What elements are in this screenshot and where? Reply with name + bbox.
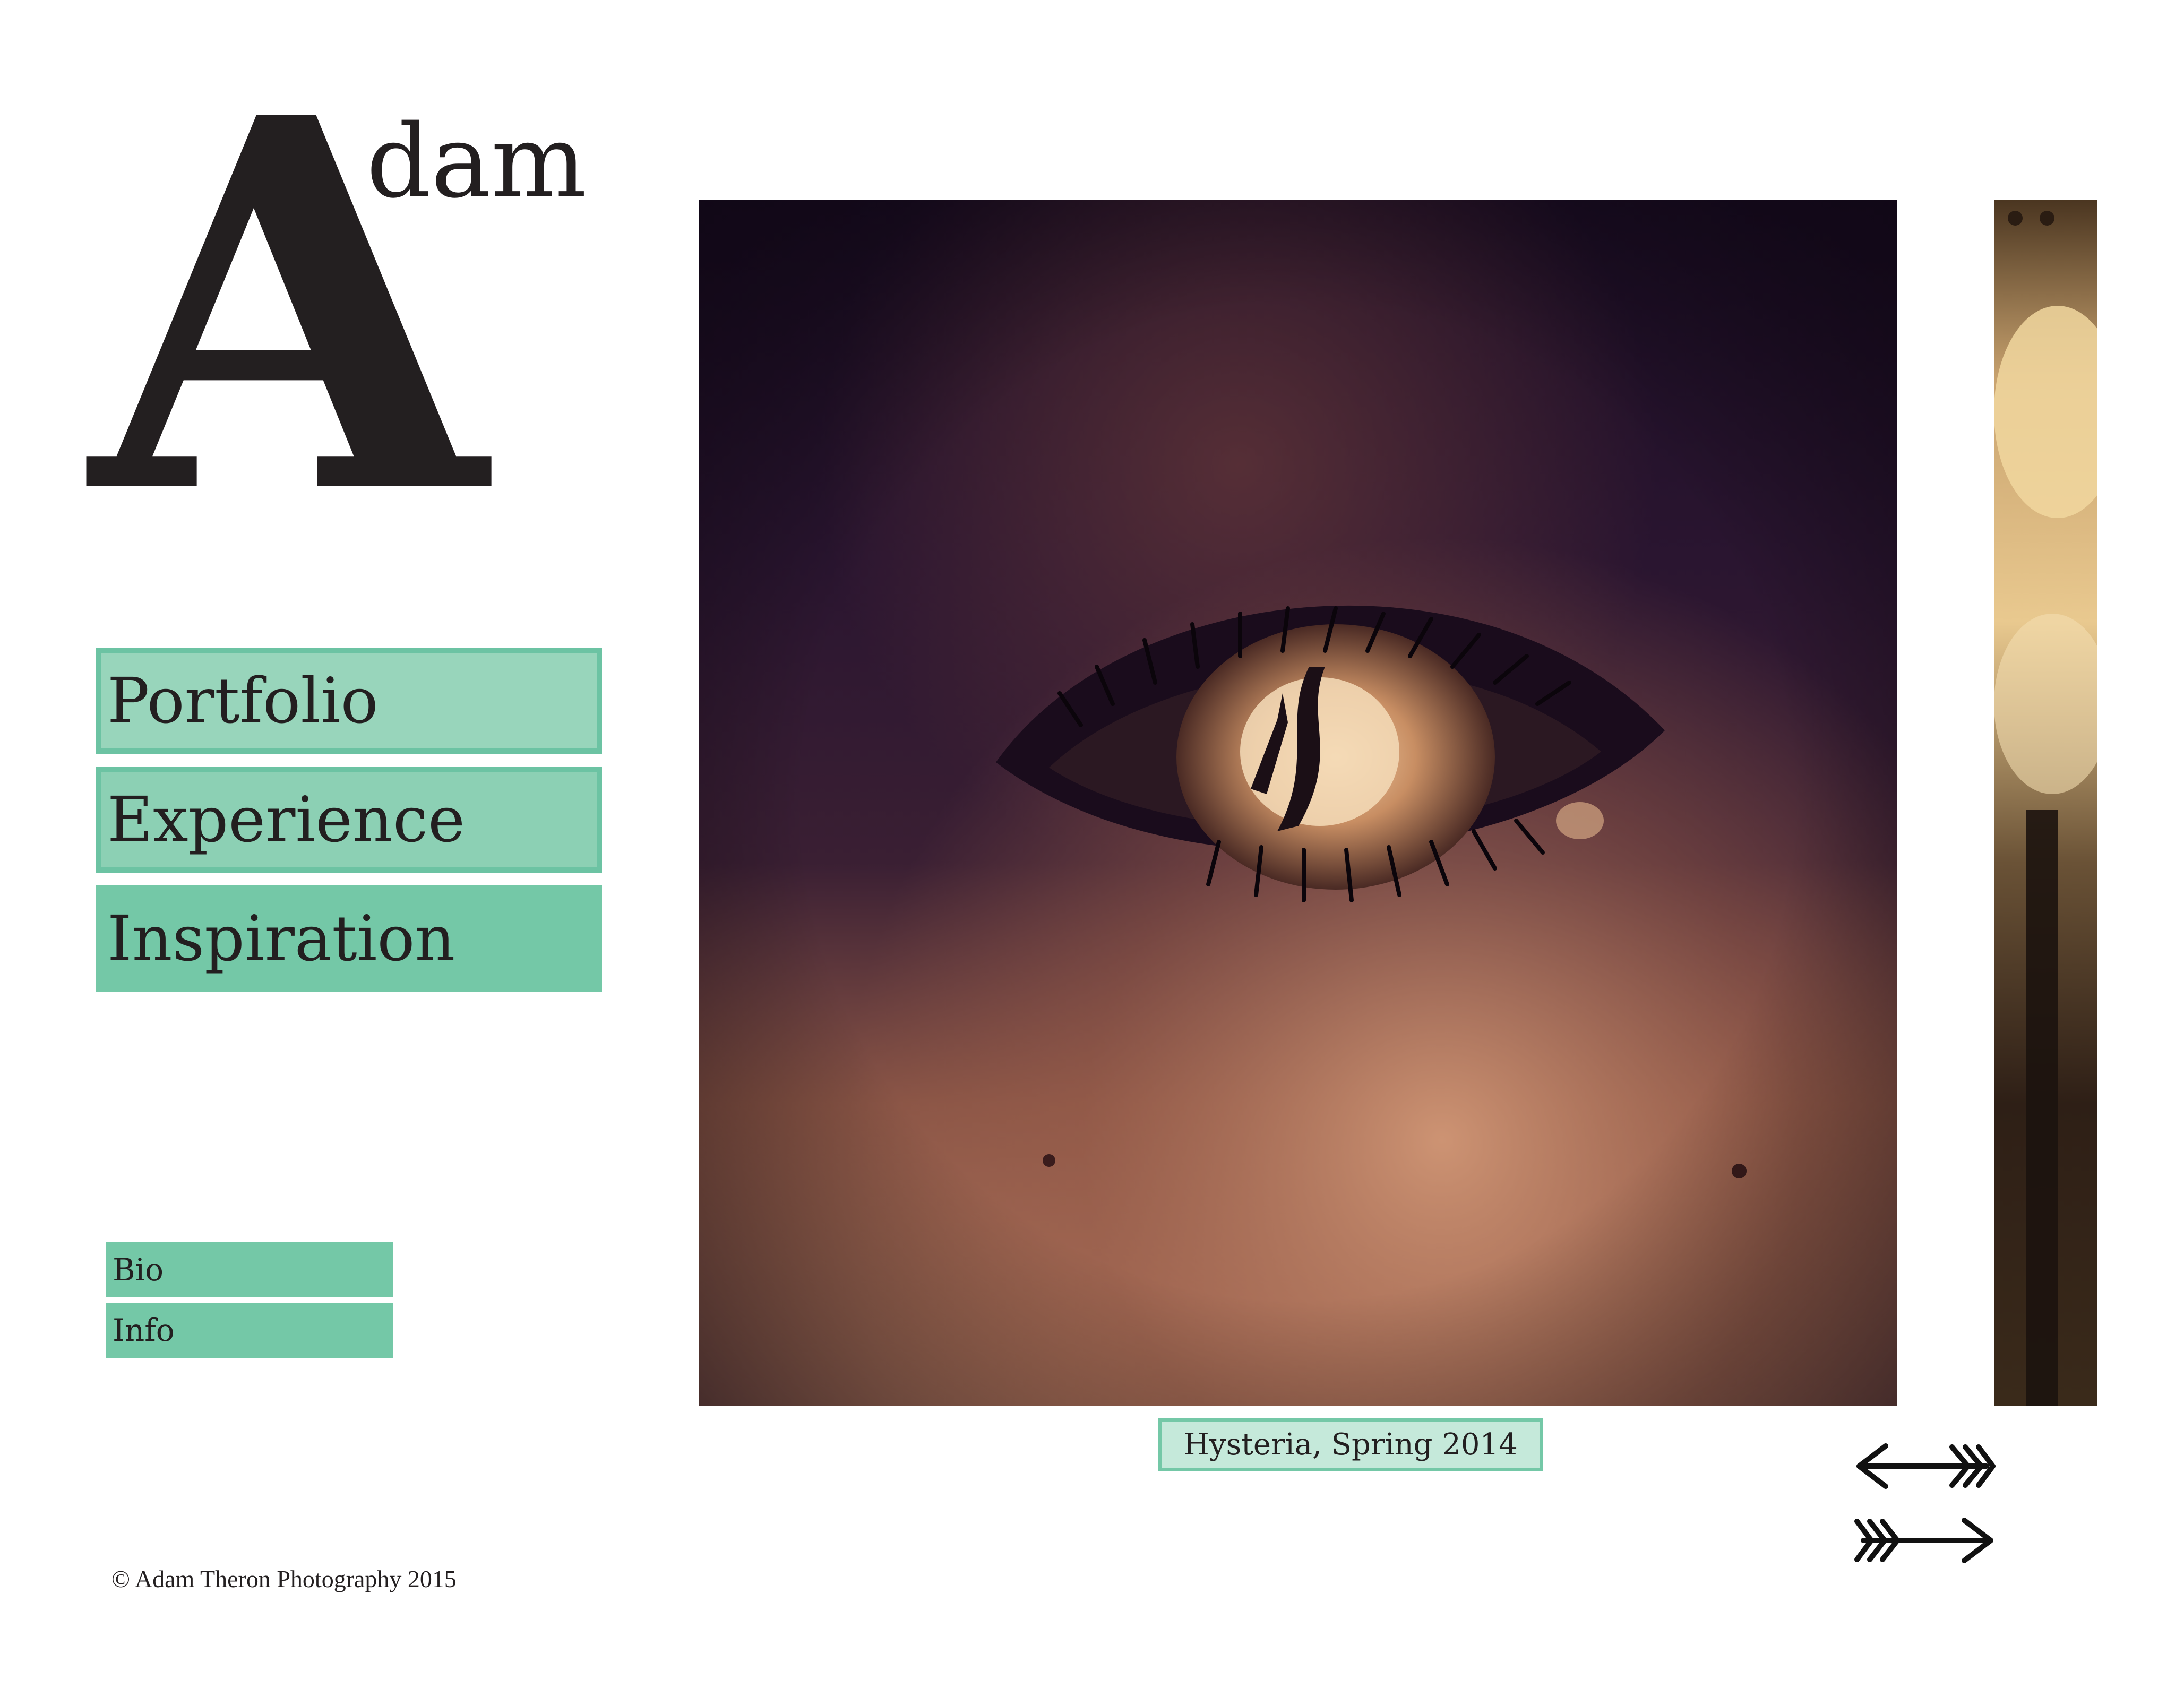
nav-inspiration-button[interactable]: Inspiration <box>96 885 602 992</box>
nav-experience-button[interactable]: Experience <box>96 767 602 873</box>
arrow-left-icon <box>1856 1443 1996 1489</box>
site-logo[interactable]: A dam <box>90 53 587 563</box>
logo-rest: dam <box>366 103 587 220</box>
arrow-right-icon <box>1854 1518 1993 1563</box>
info-button[interactable]: Info <box>106 1303 393 1358</box>
next-photo-preview[interactable] <box>1994 200 2097 1406</box>
copyright-notice: © Adam Theron Photography 2015 <box>111 1565 457 1592</box>
photo-caption: Hysteria, Spring 2014 <box>1158 1418 1543 1471</box>
main-photo[interactable] <box>699 200 1897 1406</box>
bio-button[interactable]: Bio <box>106 1242 393 1297</box>
nav-portfolio-button[interactable]: Portfolio <box>96 648 602 754</box>
previous-photo-button[interactable] <box>1854 1440 1996 1493</box>
next-photo-button[interactable] <box>1854 1514 1996 1567</box>
